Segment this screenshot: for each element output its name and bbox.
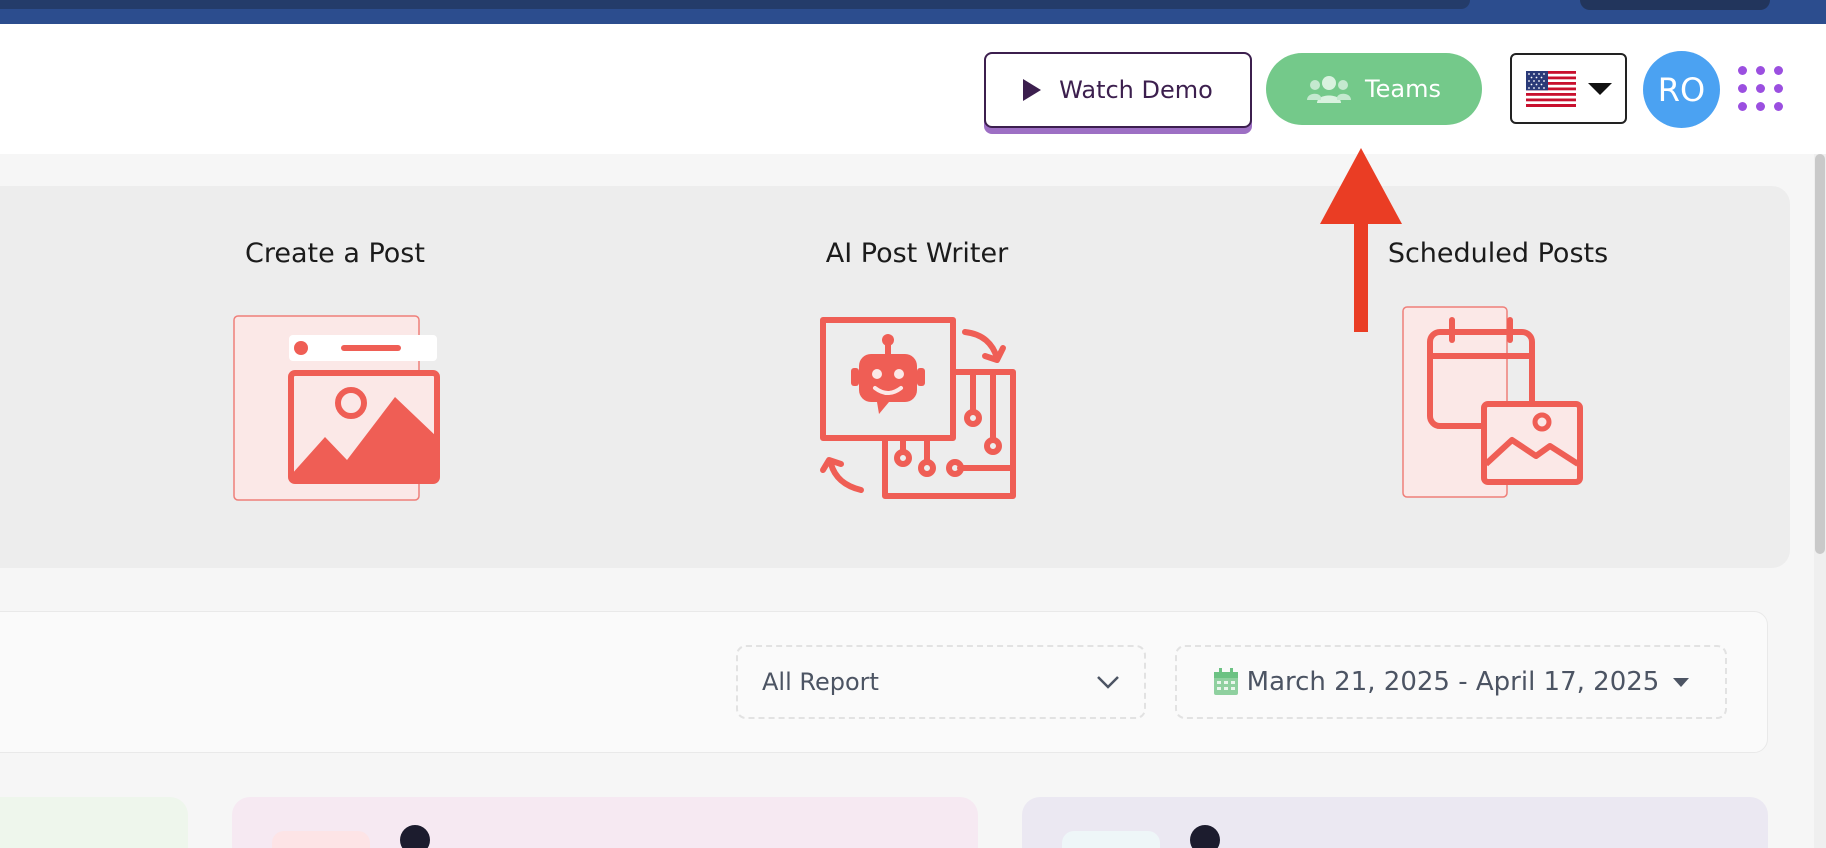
play-icon	[1023, 79, 1042, 101]
ai-post-writer-card[interactable]	[815, 312, 1025, 506]
apps-dot	[1774, 102, 1783, 111]
apps-dot	[1756, 102, 1765, 111]
top-strip-pill	[1580, 0, 1770, 10]
teams-label: Teams	[1365, 75, 1441, 103]
scheduled-posts-title[interactable]: Scheduled Posts	[1318, 238, 1678, 269]
apps-dot	[1738, 102, 1747, 111]
avatar-initials: RO	[1657, 70, 1706, 109]
stat-card-lavender	[1022, 797, 1768, 848]
stat-icon-chip	[272, 831, 370, 848]
users-icon	[1307, 76, 1352, 103]
scrollbar-thumb[interactable]	[1815, 154, 1825, 554]
browser-top-strip	[0, 0, 1826, 24]
robot-circuit-icon	[820, 317, 1016, 499]
caret-down-icon	[1673, 677, 1690, 687]
us-flag-icon	[1525, 70, 1576, 107]
date-range-picker[interactable]: March 21, 2025 - April 17, 2025	[1175, 645, 1727, 719]
stat-value-partial	[1190, 825, 1220, 848]
scheduled-posts-card[interactable]	[1402, 306, 1602, 506]
apps-grid-icon[interactable]	[1738, 66, 1784, 112]
image-post-icon	[233, 315, 440, 501]
top-strip-dark-band	[0, 0, 1470, 9]
apps-dot	[1738, 84, 1747, 93]
apps-dot	[1756, 84, 1765, 93]
report-select-value: All Report	[762, 668, 879, 696]
chevron-down-icon	[1097, 676, 1119, 689]
apps-dot	[1774, 66, 1783, 75]
avatar[interactable]: RO	[1643, 51, 1720, 128]
watch-demo-label: Watch Demo	[1059, 76, 1213, 104]
stat-card-green	[0, 797, 188, 848]
apps-dot	[1738, 66, 1747, 75]
stat-value-partial	[400, 825, 430, 848]
language-select[interactable]	[1510, 53, 1627, 124]
page-scrollbar[interactable]	[1814, 154, 1826, 848]
stat-icon-chip	[1062, 831, 1160, 848]
chevron-down-icon	[1587, 82, 1612, 95]
teams-button[interactable]: Teams	[1266, 53, 1482, 125]
apps-dot	[1756, 66, 1765, 75]
create-post-title[interactable]: Create a Post	[155, 238, 515, 269]
create-post-card[interactable]	[233, 315, 443, 509]
report-select[interactable]: All Report	[736, 645, 1146, 719]
calendar-icon	[1213, 668, 1238, 695]
calendar-image-icon	[1402, 306, 1583, 498]
stat-card-pink	[232, 797, 978, 848]
ai-post-writer-title[interactable]: AI Post Writer	[737, 238, 1097, 269]
watch-demo-button[interactable]: Watch Demo	[984, 52, 1252, 128]
date-range-value: March 21, 2025 - April 17, 2025	[1246, 667, 1660, 697]
apps-dot	[1774, 84, 1783, 93]
